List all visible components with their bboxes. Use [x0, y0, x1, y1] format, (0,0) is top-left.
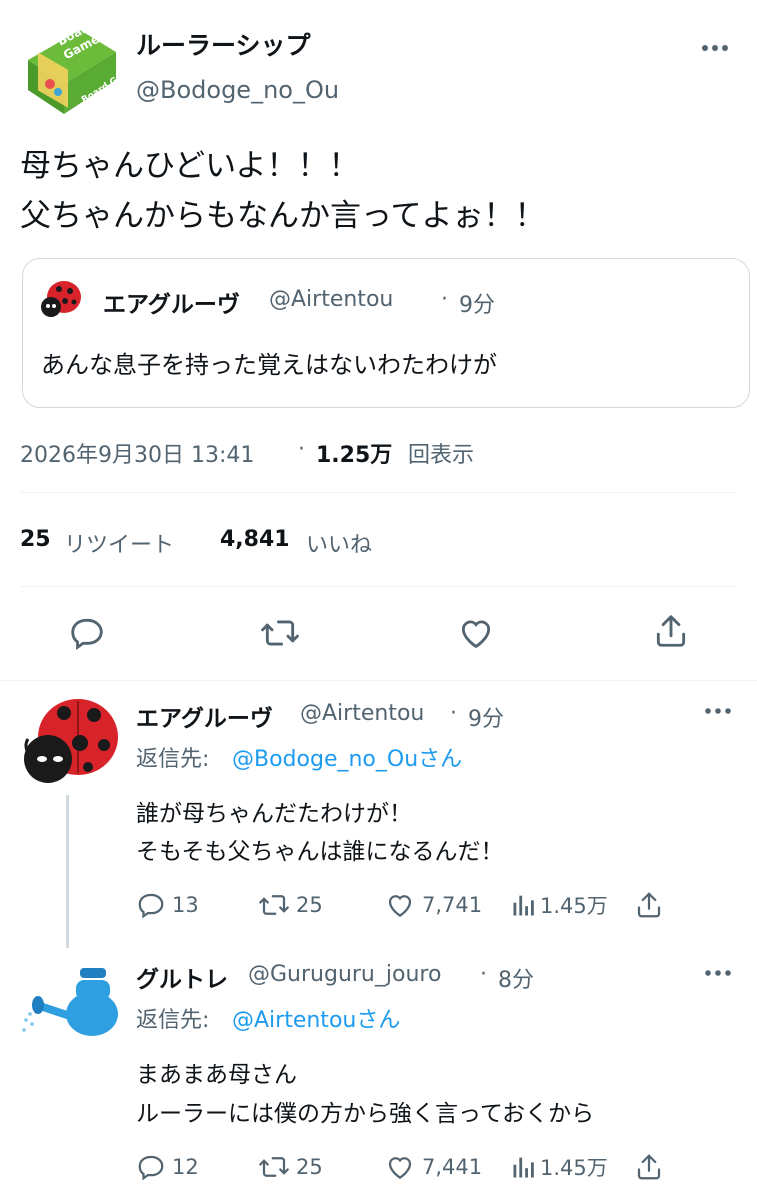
- reply1-views-button[interactable]: 1.45万: [510, 890, 608, 920]
- reply2-separator: ·: [480, 962, 487, 987]
- quote-handle: @Airtentou: [269, 287, 394, 312]
- reply2-display-name[interactable]: グルトレ: [136, 960, 228, 994]
- reply1-like-count: 7,741: [422, 893, 483, 917]
- reply2-like-count: 7,441: [422, 1155, 483, 1179]
- reply1-text-line1: 誰が母ちゃんだたわけが！: [136, 801, 412, 827]
- reply2-time[interactable]: 8分: [498, 962, 534, 994]
- main-handle[interactable]: @Bodoge_no_Ou: [136, 76, 339, 104]
- main-retweet-icon[interactable]: [260, 614, 300, 652]
- reply1-avatar[interactable]: [18, 693, 120, 788]
- reply1-reply-to-link[interactable]: @Bodoge_no_Ouさん: [232, 741, 462, 773]
- main-tweet-text-line2: 父ちゃんからもなんか言ってよぉ！！: [20, 198, 546, 234]
- main-tweet-text-line1: 母ちゃんひどいよ！！！: [20, 148, 360, 184]
- reply-icon: [136, 1152, 166, 1182]
- reply2-views-count: 1.45万: [540, 1156, 608, 1180]
- reply1-share-icon[interactable]: [634, 890, 664, 920]
- reply1-reply-button[interactable]: 13: [136, 890, 199, 920]
- like-icon: [384, 1152, 416, 1182]
- retweet-icon: [258, 890, 290, 920]
- reply1-text-line2: そもそも父ちゃんは誰になるんだ！: [136, 839, 504, 865]
- reply1-views-count: 1.45万: [540, 894, 608, 918]
- reply2-reply-button[interactable]: 12: [136, 1152, 199, 1182]
- divider: [20, 492, 738, 493]
- likes-count[interactable]: 4,841: [220, 527, 290, 552]
- thread-line: [66, 795, 69, 948]
- reply1-reply-count: 13: [172, 893, 199, 917]
- quote-text: あんな息子を持った覚えはないわたわけが: [41, 351, 497, 379]
- retweets-count[interactable]: 25: [20, 527, 51, 552]
- reply1-handle[interactable]: @Airtentou: [300, 701, 424, 726]
- reply2-reply-count: 12: [172, 1155, 199, 1179]
- reply2-share-icon[interactable]: [634, 1152, 664, 1182]
- reply2-handle[interactable]: @Guruguru_jouro: [248, 962, 441, 987]
- quote-avatar: [39, 277, 83, 321]
- views-count: 1.25万: [316, 443, 393, 468]
- views-icon: [510, 1152, 538, 1182]
- reply1-separator: ·: [450, 701, 457, 726]
- reply2-text-line1: まあまあ母さん: [136, 1062, 297, 1088]
- reply1-time[interactable]: 9分: [468, 701, 504, 733]
- reply-icon: [136, 890, 166, 920]
- timestamp-separator: ·: [298, 437, 305, 462]
- divider: [0, 680, 757, 681]
- retweet-icon: [258, 1152, 290, 1182]
- views-label: 回表示: [408, 443, 475, 468]
- quote-separator: ·: [441, 287, 448, 312]
- reply1-retweet-count: 25: [296, 893, 323, 917]
- reply1-like-button[interactable]: 7,741: [384, 890, 482, 920]
- reply2-reply-to-link[interactable]: @Airtentouさん: [232, 1002, 400, 1034]
- likes-label[interactable]: いいね: [306, 527, 372, 559]
- reply2-retweet-button[interactable]: 25: [258, 1152, 323, 1182]
- retweets-label[interactable]: リツイート: [64, 527, 174, 559]
- reply1-reply-prefix: 返信先:: [136, 747, 210, 772]
- main-share-icon[interactable]: [652, 612, 690, 650]
- main-like-icon[interactable]: [456, 614, 496, 652]
- tweet-timestamp[interactable]: 2026年9月30日 13:41: [20, 437, 254, 469]
- quote-display-name: エアグルーヴ: [103, 292, 240, 318]
- quote-time: 9分: [459, 293, 495, 318]
- reply2-retweet-count: 25: [296, 1155, 323, 1179]
- reply1-retweet-button[interactable]: 25: [258, 890, 323, 920]
- main-tweet-avatar[interactable]: Board Game Board Game: [20, 17, 138, 118]
- reply2-text-line2: ルーラーには僕の方から強く言っておくから: [136, 1101, 595, 1127]
- main-display-name[interactable]: ルーラーシップ: [136, 26, 311, 62]
- main-reply-icon[interactable]: [68, 614, 106, 652]
- quote-card[interactable]: エアグルーヴ @Airtentou · 9分 あんな息子を持った覚えはないわたわ…: [22, 258, 750, 408]
- reply2-avatar[interactable]: [18, 958, 120, 1048]
- reply1-display-name[interactable]: エアグルーヴ: [136, 699, 273, 733]
- reply1-more-icon[interactable]: [704, 702, 732, 720]
- main-more-icon[interactable]: [700, 38, 730, 58]
- reply2-views-button[interactable]: 1.45万: [510, 1152, 608, 1182]
- divider: [20, 586, 738, 587]
- like-icon: [384, 890, 416, 920]
- views-icon: [510, 890, 538, 920]
- reply2-reply-prefix: 返信先:: [136, 1008, 210, 1033]
- reply2-like-button[interactable]: 7,441: [384, 1152, 482, 1182]
- reply2-more-icon[interactable]: [704, 964, 732, 982]
